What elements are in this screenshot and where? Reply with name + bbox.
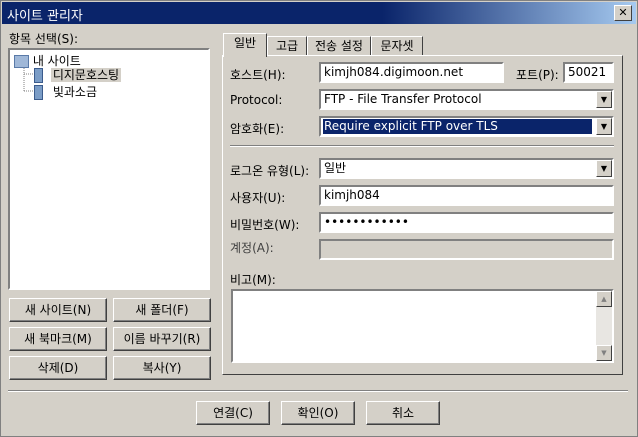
port-input[interactable]: 50021 bbox=[563, 62, 614, 83]
password-input[interactable]: •••••••••••• bbox=[319, 212, 614, 233]
user-input[interactable]: kimjh084 bbox=[319, 185, 614, 206]
connect-button[interactable]: 연결(C) bbox=[196, 401, 270, 425]
account-label: 계정(A): bbox=[230, 241, 274, 255]
host-label: 호스트(H): bbox=[230, 68, 286, 82]
scrollbar[interactable]: ▲ ▼ bbox=[596, 291, 612, 361]
protocol-label: Protocol: bbox=[230, 93, 283, 107]
encryption-select[interactable]: Require explicit FTP over TLS ▼ bbox=[319, 116, 614, 137]
logon-type-select[interactable]: 일반 ▼ bbox=[319, 158, 614, 179]
close-icon[interactable]: ✕ bbox=[614, 5, 632, 21]
site-tree[interactable]: 내 사이트 디지문호스팅 빛과소금 bbox=[8, 48, 210, 290]
tree-item-site-2[interactable]: 빛과소금 bbox=[34, 83, 99, 100]
password-label: 비밀번호(W): bbox=[230, 218, 300, 232]
scroll-down-icon[interactable]: ▼ bbox=[596, 345, 612, 361]
divider bbox=[230, 145, 614, 147]
tab-general[interactable]: 일반 bbox=[223, 33, 267, 57]
tab-transfer-settings[interactable]: 전송 설정 bbox=[307, 36, 371, 56]
protocol-select[interactable]: FTP - File Transfer Protocol ▼ bbox=[319, 89, 614, 110]
server-icon bbox=[34, 85, 43, 100]
copy-button[interactable]: 복사(Y) bbox=[113, 356, 211, 380]
ok-button[interactable]: 확인(O) bbox=[281, 401, 355, 425]
logon-type-label: 로그온 유형(L): bbox=[230, 164, 310, 178]
encryption-label: 암호화(E): bbox=[230, 122, 285, 136]
chevron-down-icon[interactable]: ▼ bbox=[596, 91, 612, 108]
user-label: 사용자(U): bbox=[230, 191, 286, 205]
tree-item-label: 빛과소금 bbox=[52, 85, 97, 99]
logon-type-value: 일반 bbox=[324, 161, 347, 175]
host-input[interactable]: kimjh084.digimoon.net bbox=[319, 62, 504, 83]
comments-label: 비고(M): bbox=[230, 273, 276, 287]
cancel-button[interactable]: 취소 bbox=[366, 401, 440, 425]
new-site-button[interactable]: 새 사이트(N) bbox=[9, 298, 107, 322]
server-icon bbox=[34, 68, 43, 83]
delete-button[interactable]: 삭제(D) bbox=[9, 356, 107, 380]
tree-item-site-1[interactable]: 디지문호스팅 bbox=[34, 66, 122, 83]
window-title: 사이트 관리자 bbox=[7, 9, 83, 24]
rename-button[interactable]: 이름 바꾸기(R) bbox=[113, 327, 211, 351]
account-input bbox=[319, 239, 614, 260]
tab-charset[interactable]: 문자셋 bbox=[371, 36, 423, 56]
chevron-down-icon[interactable]: ▼ bbox=[596, 160, 612, 177]
comments-textarea[interactable]: ▲ ▼ bbox=[231, 289, 614, 363]
protocol-value: FTP - File Transfer Protocol bbox=[324, 92, 482, 106]
scroll-up-icon[interactable]: ▲ bbox=[596, 291, 612, 307]
tree-item-label: 디지문호스팅 bbox=[50, 68, 122, 82]
bottom-divider bbox=[8, 390, 628, 392]
folder-icon bbox=[14, 55, 29, 68]
new-bookmark-button[interactable]: 새 북마크(M) bbox=[9, 327, 107, 351]
title-bar: 사이트 관리자 ✕ bbox=[2, 2, 636, 24]
chevron-down-icon[interactable]: ▼ bbox=[596, 118, 612, 135]
tab-advanced[interactable]: 고급 bbox=[267, 36, 307, 56]
new-folder-button[interactable]: 새 폴더(F) bbox=[113, 298, 211, 322]
encryption-value: Require explicit FTP over TLS bbox=[322, 118, 593, 135]
port-label: 포트(P): bbox=[516, 68, 559, 82]
tree-heading: 항목 선택(S): bbox=[9, 32, 78, 46]
